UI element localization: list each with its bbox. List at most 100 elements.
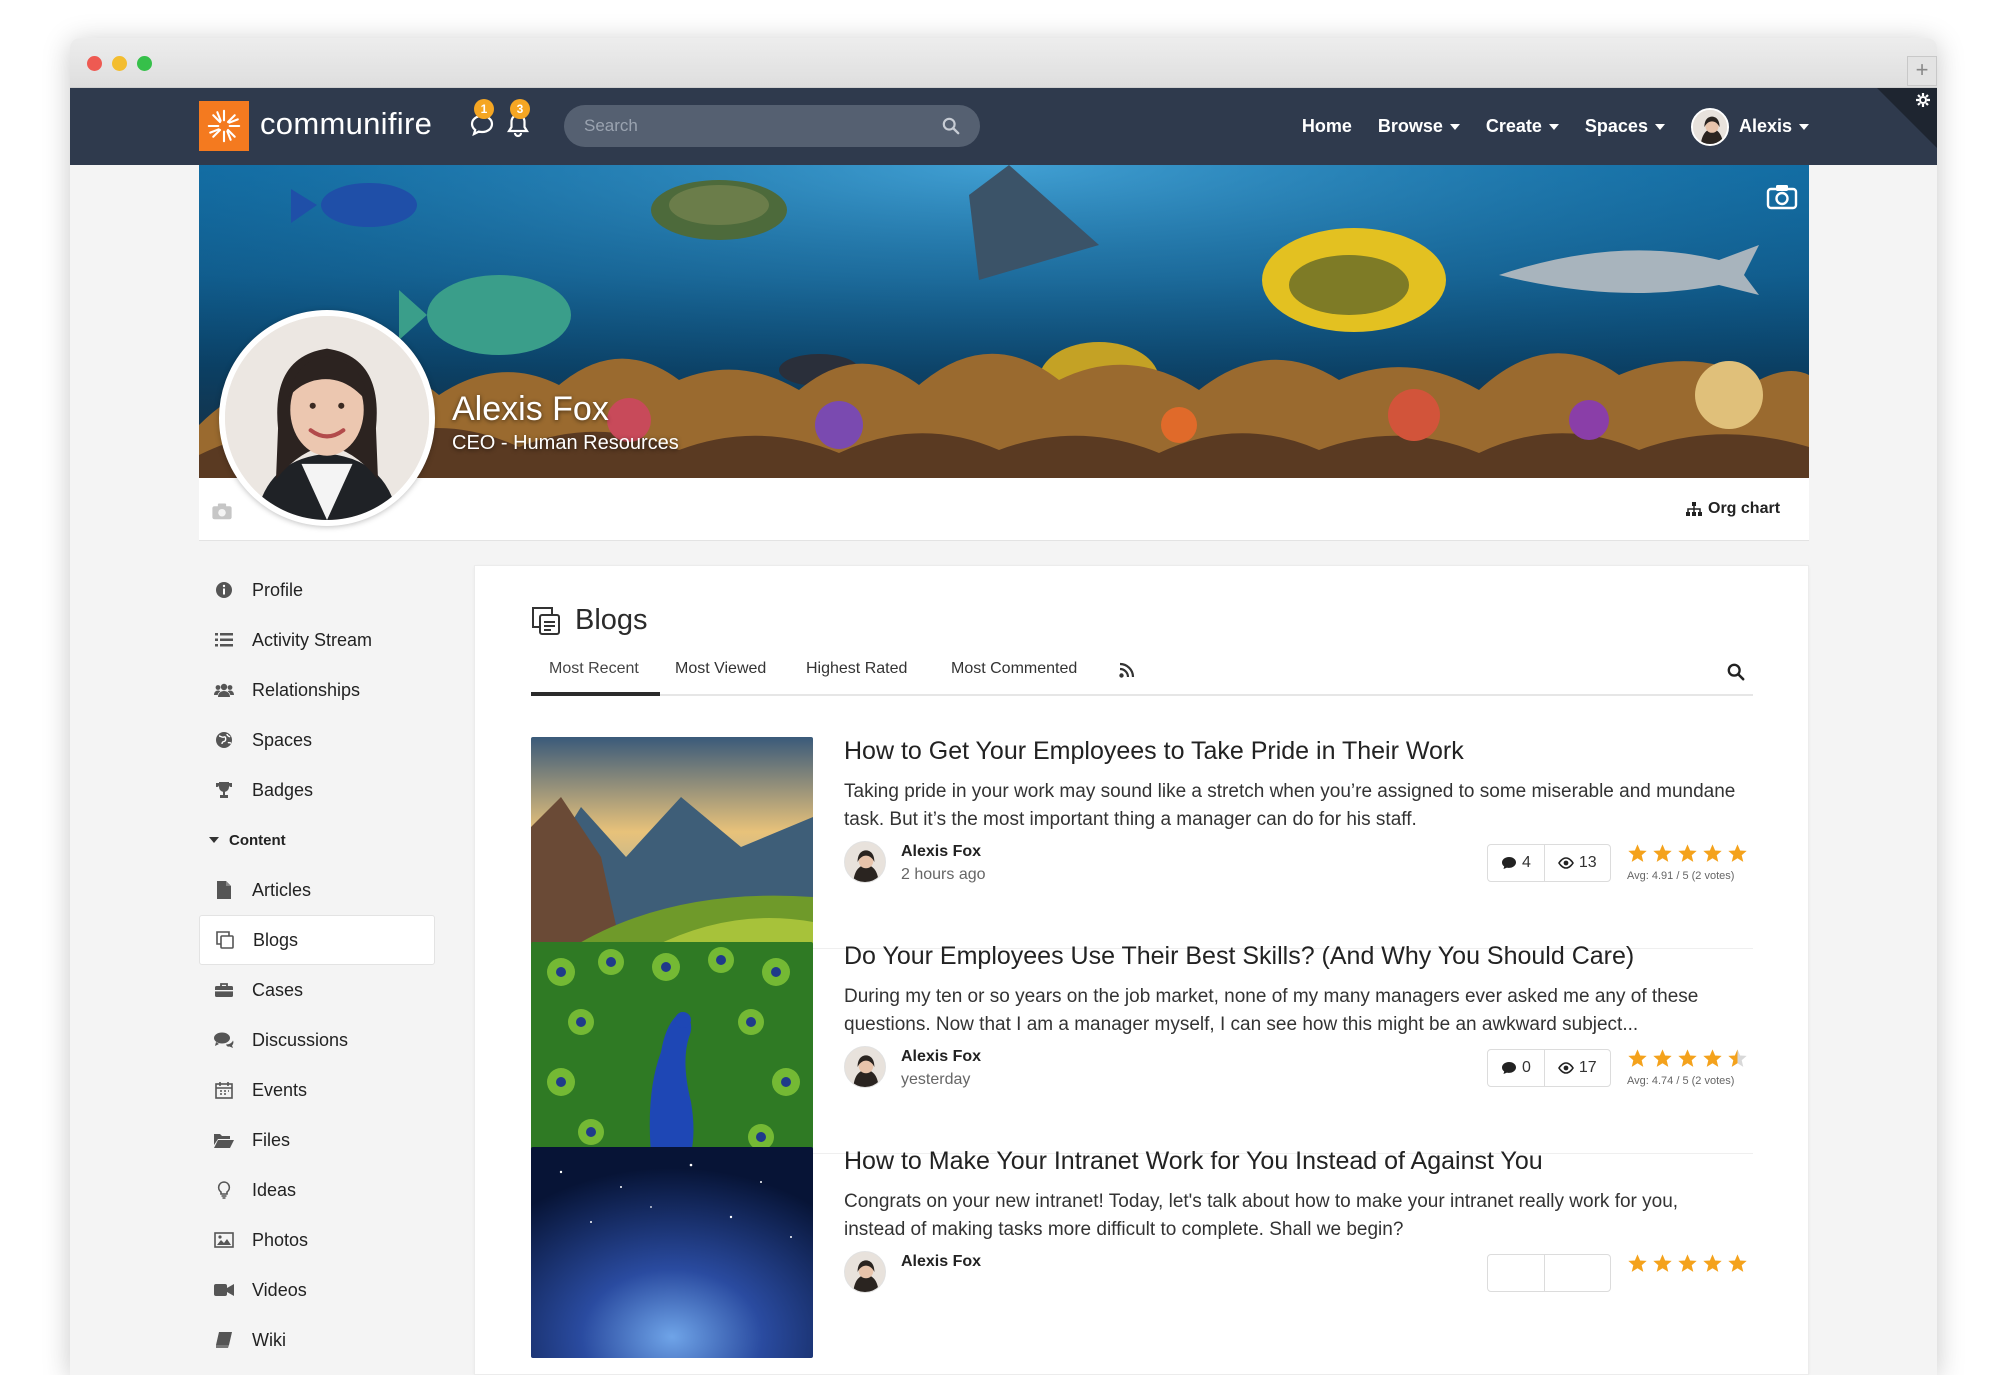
sidebar-item-spaces[interactable]: Spaces <box>199 715 435 765</box>
post-stats <box>1487 1254 1611 1292</box>
sunburst-icon <box>207 109 241 143</box>
comment-icon <box>1502 1062 1516 1074</box>
info-circle-icon <box>214 580 234 600</box>
nav-browse[interactable]: Browse <box>1378 116 1460 137</box>
post-excerpt: During my ten or so years on the job mar… <box>844 986 1699 1035</box>
rating-stars[interactable] <box>1627 1048 1748 1069</box>
post-thumbnail[interactable] <box>531 737 813 948</box>
gear-icon[interactable] <box>1915 92 1931 108</box>
sitemap-icon <box>1686 502 1702 516</box>
profile-sidebar: Profile Activity Stream Relationships Sp… <box>199 565 435 1365</box>
file-icon <box>214 880 234 900</box>
nav-spaces[interactable]: Spaces <box>1585 116 1665 137</box>
search-icon[interactable] <box>1727 663 1745 681</box>
star-icon[interactable] <box>1727 843 1748 864</box>
sidebar-item-discussions[interactable]: Discussions <box>199 1015 435 1065</box>
sidebar-item-activity-stream[interactable]: Activity Stream <box>199 615 435 665</box>
rating-stars[interactable] <box>1627 843 1748 864</box>
sidebar-item-cases[interactable]: Cases <box>199 965 435 1015</box>
author-avatar[interactable] <box>844 1251 886 1293</box>
comment-count[interactable]: 0 <box>1488 1050 1544 1086</box>
star-icon[interactable] <box>1702 1253 1723 1274</box>
camera-icon[interactable] <box>211 501 233 521</box>
star-icon[interactable] <box>1677 1048 1698 1069</box>
view-count: 13 <box>1543 845 1610 881</box>
camera-icon[interactable] <box>1766 182 1798 210</box>
sidebar-item-profile[interactable]: Profile <box>199 565 435 615</box>
author-avatar[interactable] <box>844 1046 886 1088</box>
author-avatar[interactable] <box>844 841 886 883</box>
nav-home[interactable]: Home <box>1302 116 1352 137</box>
user-portrait-icon <box>225 316 429 520</box>
chat-notifications-button[interactable]: 1 <box>468 99 498 141</box>
post-title[interactable]: Do Your Employees Use Their Best Skills?… <box>844 942 1634 971</box>
users-icon <box>214 680 234 700</box>
post-thumbnail[interactable] <box>531 942 813 1153</box>
trophy-icon <box>214 780 234 800</box>
tab-most-viewed[interactable]: Most Viewed <box>675 660 766 678</box>
new-tab-button[interactable]: + <box>1907 56 1937 86</box>
coral-reef-illustration <box>199 165 1809 478</box>
post-title[interactable]: How to Make Your Intranet Work for You I… <box>844 1147 1543 1176</box>
tab-most-commented[interactable]: Most Commented <box>951 660 1077 678</box>
star-icon[interactable] <box>1677 1253 1698 1274</box>
minimize-window-button[interactable] <box>112 56 127 71</box>
sidebar-item-events[interactable]: Events <box>199 1065 435 1115</box>
calendar-icon <box>214 1080 234 1100</box>
sidebar-item-articles[interactable]: Articles <box>199 865 435 915</box>
star-icon[interactable] <box>1727 1048 1748 1069</box>
star-icon[interactable] <box>1702 1048 1723 1069</box>
lightbulb-icon <box>214 1180 234 1200</box>
tab-highest-rated[interactable]: Highest Rated <box>806 660 907 678</box>
post-title[interactable]: How to Get Your Employees to Take Pride … <box>844 737 1464 766</box>
communifire-logo-icon[interactable] <box>199 101 249 151</box>
sidebar-item-videos[interactable]: Videos <box>199 1265 435 1315</box>
nav-create[interactable]: Create <box>1486 116 1559 137</box>
post-stats: 0 17 <box>1487 1049 1611 1087</box>
mountain-landscape-image <box>531 737 813 948</box>
comment-icon <box>1502 857 1516 869</box>
close-window-button[interactable] <box>87 56 102 71</box>
star-icon[interactable] <box>1702 843 1723 864</box>
user-avatar <box>1690 107 1729 146</box>
global-search-input[interactable] <box>564 105 980 147</box>
tab-most-recent[interactable]: Most Recent <box>549 660 639 678</box>
author-name[interactable]: Alexis Fox <box>901 1253 981 1271</box>
sidebar-item-photos[interactable]: Photos <box>199 1215 435 1265</box>
sidebar-item-blogs[interactable]: Blogs <box>199 915 435 965</box>
post-thumbnail[interactable] <box>531 1147 813 1358</box>
sidebar-item-relationships[interactable]: Relationships <box>199 665 435 715</box>
sidebar-item-wiki[interactable]: Wiki <box>199 1315 435 1365</box>
star-icon[interactable] <box>1652 843 1673 864</box>
sidebar-item-files[interactable]: Files <box>199 1115 435 1165</box>
author-name[interactable]: Alexis Fox <box>901 843 981 861</box>
alerts-button[interactable]: 3 <box>504 99 534 141</box>
star-icon[interactable] <box>1727 1253 1748 1274</box>
comments-icon <box>214 1030 234 1050</box>
sidebar-section-content[interactable]: Content <box>199 815 435 865</box>
brand-name[interactable]: communifire <box>260 106 432 142</box>
author-name[interactable]: Alexis Fox <box>901 1048 981 1066</box>
eye-icon <box>1557 857 1574 869</box>
night-sky-image <box>531 1147 813 1358</box>
star-icon[interactable] <box>1652 1253 1673 1274</box>
star-icon[interactable] <box>1627 1253 1648 1274</box>
star-icon[interactable] <box>1677 843 1698 864</box>
org-chart-link[interactable]: Org chart <box>1686 500 1780 518</box>
profile-avatar[interactable] <box>219 310 435 526</box>
comment-count[interactable] <box>1488 1255 1544 1291</box>
rss-icon[interactable] <box>1119 662 1135 678</box>
maximize-window-button[interactable] <box>137 56 152 71</box>
user-menu[interactable]: Alexis <box>1690 107 1809 146</box>
sidebar-item-badges[interactable]: Badges <box>199 765 435 815</box>
main-menu: Home Browse Create Spaces Alexis <box>1276 88 1809 165</box>
comment-count[interactable]: 4 <box>1488 845 1544 881</box>
star-icon[interactable] <box>1652 1048 1673 1069</box>
list-icon <box>214 630 234 650</box>
sidebar-item-ideas[interactable]: Ideas <box>199 1165 435 1215</box>
star-icon[interactable] <box>1627 1048 1648 1069</box>
star-icon[interactable] <box>1627 843 1648 864</box>
video-camera-icon <box>214 1280 234 1300</box>
search-icon[interactable] <box>942 117 960 135</box>
rating-stars[interactable] <box>1627 1253 1748 1274</box>
